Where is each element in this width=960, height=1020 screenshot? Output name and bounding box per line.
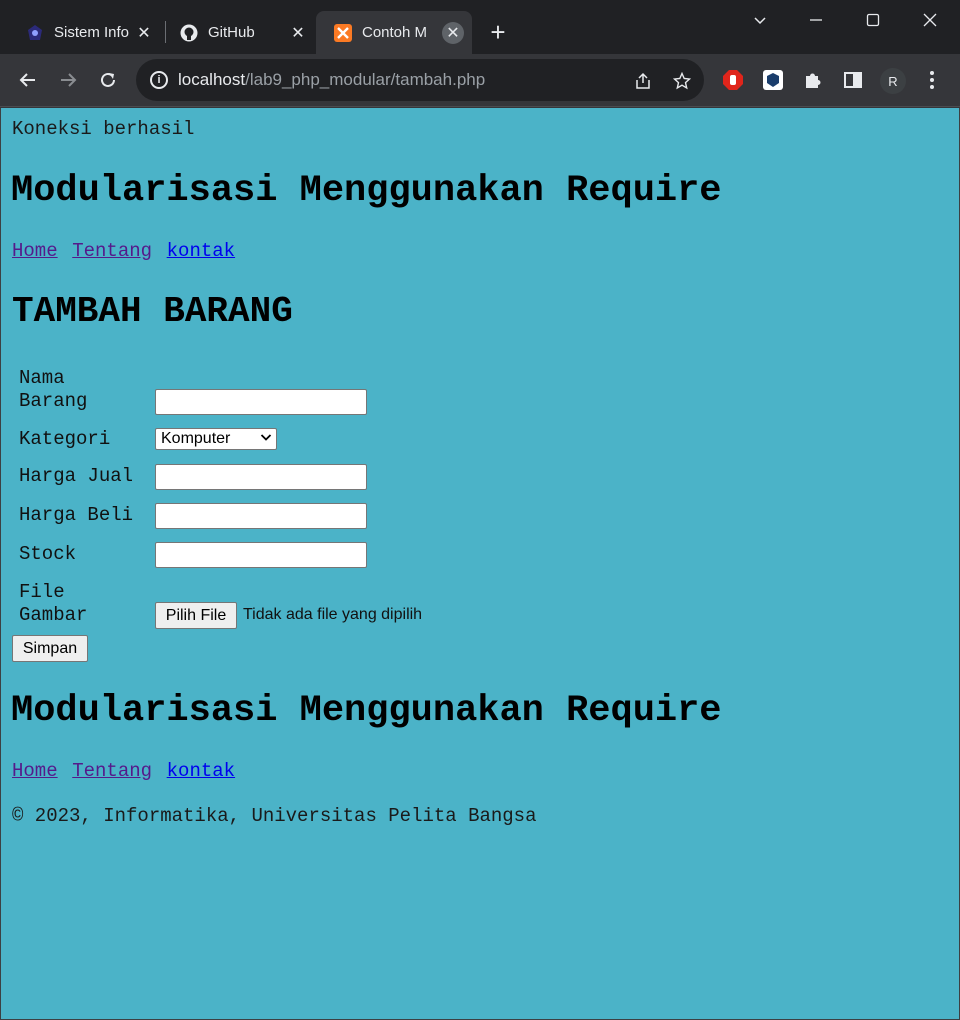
kategori-selected-value: Komputer [161,430,231,447]
nav-link-tentang[interactable]: Tentang [72,240,152,262]
tab-strip: Sistem Info ✕ GitHub ✕ Contoh M ✕ + [0,0,960,54]
kategori-label: Kategori [19,428,111,450]
extension-shield-icon[interactable] [761,68,785,92]
header-title: Modularisasi Menggunakan Require [11,170,722,212]
address-bar[interactable]: i localhost/lab9_php_modular/tambah.php [136,59,704,101]
nav-link-home[interactable]: Home [12,240,58,262]
footer-nav: Home Tentang kontak [12,760,235,782]
github-icon [180,24,198,42]
side-panel-icon[interactable] [841,68,865,92]
university-logo-icon [26,24,44,42]
reload-icon[interactable] [92,64,124,96]
tab-sistem-info[interactable]: Sistem Info ✕ [8,11,163,54]
tab-title: GitHub [208,24,255,41]
tab-search-icon[interactable] [740,6,780,34]
url-path: /lab9_php_modular/tambah.php [245,70,486,89]
harga-beli-label: Harga Beli [19,504,134,526]
back-icon[interactable] [12,64,44,96]
file-gambar-label: File Gambar [19,581,88,626]
extensions-puzzle-icon[interactable] [801,68,825,92]
forward-icon[interactable] [52,64,84,96]
footer-link-home[interactable]: Home [12,760,58,782]
nama-barang-label: Nama Barang [19,367,88,412]
kategori-select[interactable]: Komputer [155,428,277,450]
header-nav: Home Tentang kontak [12,240,235,262]
page-content: Koneksi berhasil Modularisasi Menggunaka… [0,108,960,1020]
tab-contoh[interactable]: Contoh M ✕ [316,11,472,54]
harga-jual-label: Harga Jual [19,465,134,487]
xampp-icon [334,23,352,42]
nama-barang-input[interactable] [155,389,367,415]
copyright-text: © 2023, Informatika, Universitas Pelita … [12,805,537,827]
harga-beli-input[interactable] [155,503,367,529]
bookmark-star-icon[interactable] [671,70,693,92]
site-info-icon[interactable]: i [150,71,168,89]
form-title: TAMBAH BARANG [12,291,293,332]
browser-toolbar: i localhost/lab9_php_modular/tambah.php [0,54,960,107]
tab-title: Sistem Info [54,24,130,41]
close-tab-icon[interactable]: ✕ [442,21,464,44]
tab-title: Contoh M [362,24,428,41]
chevron-down-icon [260,430,272,446]
url-text: localhost/lab9_php_modular/tambah.php [178,70,485,90]
share-icon[interactable] [632,70,654,92]
close-tab-icon[interactable]: ✕ [133,22,155,44]
file-status-text: Tidak ada file yang dipilih [243,606,423,623]
footer-link-tentang[interactable]: Tentang [72,760,152,782]
close-tab-icon[interactable]: ✕ [287,22,309,44]
simpan-button[interactable]: Simpan [12,635,88,662]
nav-link-kontak[interactable]: kontak [167,240,235,262]
connection-status-message: Koneksi berhasil [12,118,195,140]
footer-title: Modularisasi Menggunakan Require [11,690,722,732]
adblock-icon[interactable] [721,68,745,92]
tab-github[interactable]: GitHub ✕ [162,11,317,54]
url-host: localhost [178,70,246,89]
choose-file-button[interactable]: Pilih File [155,602,237,629]
maximize-icon[interactable] [853,6,893,34]
minimize-icon[interactable] [796,6,836,34]
new-tab-button[interactable]: + [484,18,512,46]
stock-input[interactable] [155,542,367,568]
profile-avatar[interactable]: R [880,68,906,94]
menu-kebab-icon[interactable] [920,68,944,92]
window-close-icon[interactable] [910,6,950,34]
harga-jual-input[interactable] [155,464,367,490]
stock-label: Stock [19,543,77,565]
footer-link-kontak[interactable]: kontak [167,760,235,782]
